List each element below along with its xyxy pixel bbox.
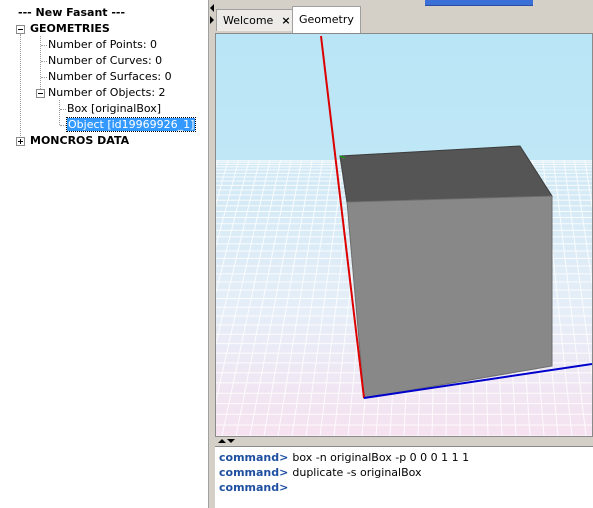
command-console[interactable]: command> box -n originalBox -p 0 0 0 1 1 … [215,446,593,508]
tree-connector [60,109,66,110]
console-input-line[interactable]: command> [219,480,292,495]
command-prompt: command> [219,466,289,479]
tree-node-moncros[interactable]: MONCROS DATA [30,133,129,148]
box-front-face[interactable] [346,195,553,399]
toolbar-highlight [425,0,533,6]
command-text: box -n originalBox -p 0 0 0 1 1 1 [292,451,470,464]
collapse-objects-icon[interactable] [36,89,45,98]
collapse-geometries-icon[interactable] [16,25,25,34]
expand-right-arrow-icon[interactable] [210,16,214,24]
tree-node-object-selected[interactable]: Object [id19969926_1] [65,117,197,132]
toolbar-accent [377,0,593,8]
command-text: duplicate -s originalBox [292,466,422,479]
selected-object-label[interactable]: Object [id19969926_1] [65,117,197,132]
tree-node-geometries[interactable]: GEOMETRIES [30,21,110,36]
console-line: command> duplicate -s originalBox [219,465,422,480]
tree-connector [60,125,66,126]
tree-connector [41,45,47,46]
scene-canvas[interactable] [216,34,592,436]
tree-node-points[interactable]: Number of Points: 0 [48,37,157,52]
tab-welcome[interactable]: Welcome × [216,9,298,31]
command-prompt: command> [219,481,289,494]
close-icon[interactable]: × [281,14,290,27]
tree-connector [41,77,47,78]
geometry-3d-viewport[interactable] [215,33,593,437]
tree-node-curves[interactable]: Number of Curves: 0 [48,53,162,68]
command-prompt: command> [219,451,289,464]
tree-connector [41,61,47,62]
tab-welcome-label: Welcome [223,14,274,27]
tree-connector [20,34,21,142]
tree-root-label[interactable]: --- New Fasant --- [18,5,125,20]
horizontal-splitter[interactable] [215,437,593,446]
tab-geometry[interactable]: Geometry [292,6,361,33]
expand-down-arrow-icon[interactable] [227,439,235,443]
box-top-face[interactable] [339,145,553,203]
tree-node-objects[interactable]: Number of Objects: 2 [48,85,166,100]
console-line: command> box -n originalBox -p 0 0 0 1 1 … [219,450,469,465]
tab-geometry-label: Geometry [299,13,354,26]
geometry-tree-panel[interactable]: --- New Fasant --- GEOMETRIES Number of … [0,0,209,508]
tree-node-box-original[interactable]: Box [originalBox] [67,101,161,116]
collapse-left-arrow-icon[interactable] [210,4,214,12]
tree-connector [59,100,60,125]
expand-moncros-icon[interactable] [16,137,25,146]
tree-node-surfaces[interactable]: Number of Surfaces: 0 [48,69,172,84]
collapse-up-arrow-icon[interactable] [218,439,226,443]
